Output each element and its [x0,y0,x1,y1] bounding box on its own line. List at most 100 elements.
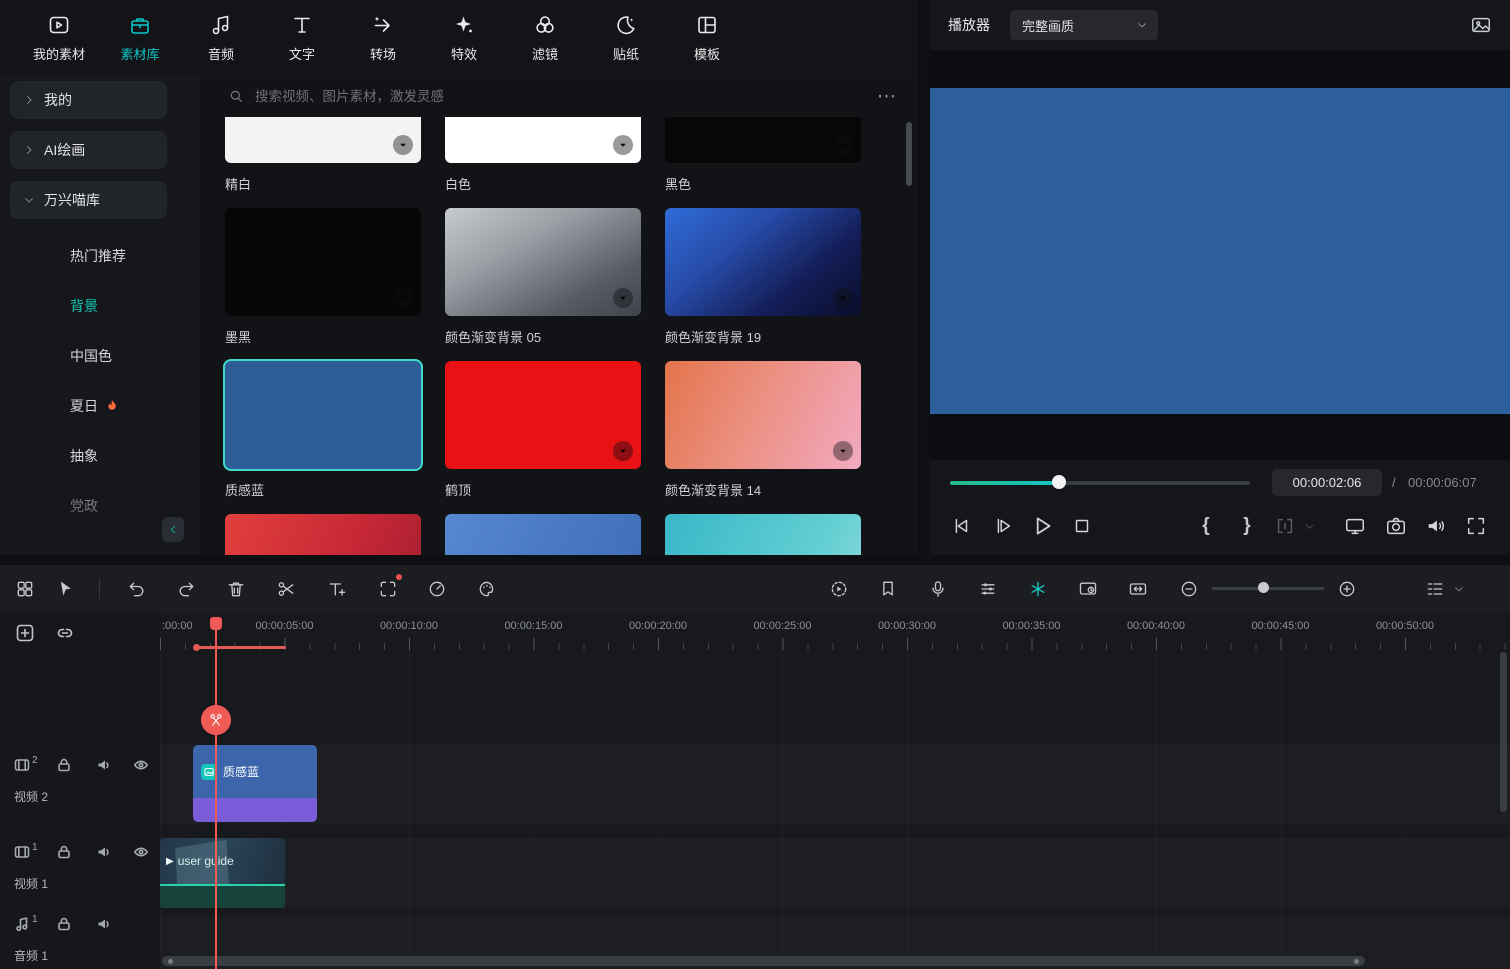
smart-tool-icon[interactable] [1026,577,1050,601]
library-item-thumb[interactable] [225,361,421,469]
track-lane-video1[interactable] [160,838,1510,908]
mark-in-button[interactable]: { [1192,512,1220,540]
tab-text[interactable]: 文字 [273,13,331,63]
sidebar-item-background[interactable]: 背景 [0,281,200,331]
fullscreen-icon[interactable] [1462,512,1490,540]
add-text-icon[interactable] [325,577,349,601]
sidebar-item-china-color[interactable]: 中国色 [0,331,200,381]
library-item[interactable] [225,514,421,555]
chevron-down-icon[interactable] [1302,512,1316,540]
tab-transition[interactable]: 转场 [354,13,412,63]
horizontal-scrollbar[interactable] [162,956,1365,966]
download-icon[interactable] [833,288,853,308]
library-item[interactable] [445,514,641,555]
video-frame[interactable] [930,88,1510,414]
speaker-icon[interactable] [96,916,112,932]
sidebar-collapse-button[interactable] [162,517,184,542]
library-item[interactable] [665,514,861,555]
tab-effects[interactable]: 特效 [435,13,493,63]
volume-icon[interactable] [1422,512,1450,540]
search-input[interactable] [253,88,864,105]
sidebar-group-stock[interactable]: 万兴喵库 [10,181,167,219]
download-icon[interactable] [833,441,853,461]
eye-icon[interactable] [133,844,149,860]
display-mode-icon[interactable] [1341,512,1369,540]
snapshot-camera-icon[interactable] [1382,512,1410,540]
sidebar-item-hot[interactable]: 热门推荐 [0,231,200,281]
download-icon[interactable] [393,288,413,308]
mark-out-button[interactable]: } [1233,512,1261,540]
library-item[interactable]: 颜色渐变背景 05 [445,208,641,361]
tab-stickers[interactable]: 贴纸 [597,13,655,63]
library-item-thumb[interactable] [665,208,861,316]
stop-button[interactable] [1068,512,1096,540]
vertical-scrollbar[interactable] [1500,652,1507,812]
speaker-icon[interactable] [96,757,112,773]
lock-icon[interactable] [56,757,72,773]
sidebar-group-ai-paint[interactable]: AI绘画 [10,131,167,169]
timeline-clip-color[interactable]: 质感蓝 [193,745,317,822]
library-item[interactable]: 颜色渐变背景 19 [665,208,861,361]
library-item[interactable]: 质感蓝 [225,361,421,514]
sidebar-item-abstract[interactable]: 抽象 [0,431,200,481]
next-frame-button[interactable] [989,512,1017,540]
library-item-thumb[interactable] [445,361,641,469]
playback-progress[interactable] [950,481,1250,485]
library-item-thumb[interactable] [445,117,641,163]
audio-mixer-icon[interactable] [976,577,1000,601]
eye-icon[interactable] [133,757,149,773]
grid-scrollbar[interactable] [906,122,912,186]
playhead-line[interactable] [215,617,217,969]
previous-frame-button[interactable] [947,512,975,540]
redo-icon[interactable] [174,577,198,601]
tab-templates[interactable]: 模板 [678,13,736,63]
lock-icon[interactable] [56,916,72,932]
library-item-thumb[interactable] [665,361,861,469]
preview-window-icon[interactable] [1076,577,1100,601]
play-button[interactable] [1028,512,1056,540]
delete-icon[interactable] [224,577,248,601]
download-icon[interactable] [613,441,633,461]
split-scissors-badge[interactable] [201,705,231,735]
tab-audio[interactable]: 音频 [192,13,250,63]
zoom-in-icon[interactable] [1335,577,1359,601]
library-item-thumb[interactable] [225,514,421,555]
speaker-icon[interactable] [96,844,112,860]
library-item-thumb[interactable] [225,208,421,316]
quality-dropdown[interactable]: 完整画质 [1010,10,1158,40]
sidebar-group-mine[interactable]: 我的 [10,81,167,119]
lock-icon[interactable] [56,844,72,860]
library-item[interactable]: 颜色渐变背景 14 [665,361,861,514]
progress-handle[interactable] [1052,475,1066,489]
track-manager-icon[interactable] [1423,577,1447,601]
sidebar-item-summer[interactable]: 夏日 [0,381,200,431]
library-item[interactable]: 墨黑 [225,208,421,361]
tab-my-media[interactable]: 我的素材 [30,13,88,63]
voiceover-mic-icon[interactable] [926,577,950,601]
tab-library[interactable]: 素材库 [111,13,169,63]
zoom-slider-handle[interactable] [1258,582,1269,593]
render-preview-icon[interactable] [827,577,851,601]
download-icon[interactable] [613,135,633,155]
library-item[interactable]: 鹤顶 [445,361,641,514]
download-icon[interactable] [613,288,633,308]
library-item[interactable]: 精白 [225,117,421,208]
download-icon[interactable] [833,135,853,155]
library-item-thumb[interactable] [445,208,641,316]
library-item-thumb[interactable] [665,514,861,555]
library-item-thumb[interactable] [665,117,861,163]
chevron-down-icon[interactable] [1453,583,1465,595]
tab-filters[interactable]: 滤镜 [516,13,574,63]
fit-timeline-icon[interactable] [1126,577,1150,601]
library-item-thumb[interactable] [445,514,641,555]
timeline-clip-video[interactable]: ▶ user guide [160,838,285,908]
speed-icon[interactable] [425,577,449,601]
download-icon[interactable] [393,135,413,155]
select-tool-icon[interactable] [53,577,77,601]
undo-icon[interactable] [125,577,149,601]
crop-icon[interactable] [376,577,400,601]
library-item-thumb[interactable] [225,117,421,163]
link-clips-icon[interactable] [55,623,75,643]
zoom-out-icon[interactable] [1177,577,1201,601]
more-icon[interactable]: ⋯ [873,87,900,106]
